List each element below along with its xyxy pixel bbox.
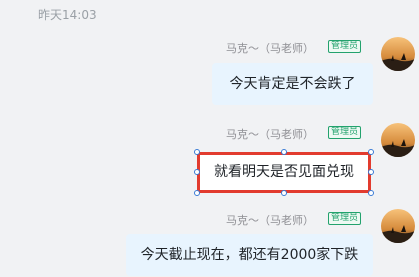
- selection-handle-middle-right[interactable]: [368, 169, 374, 175]
- selection-handle-middle-left[interactable]: [194, 169, 200, 175]
- message-1-sender: 马克～（马老师）: [226, 42, 314, 55]
- selection-handle-top-center[interactable]: [281, 149, 287, 155]
- avatar-icon: [381, 37, 415, 71]
- message-2-sender: 马克～（马老师）: [226, 128, 314, 141]
- message-3-sender: 马克～（马老师）: [226, 214, 314, 227]
- message-3-avatar[interactable]: [381, 209, 415, 243]
- selection-handle-top-right[interactable]: [368, 149, 374, 155]
- message-2-admin-badge: 管理员: [328, 126, 362, 139]
- selection-handle-bottom-left[interactable]: [194, 190, 200, 196]
- message-3-admin-badge: 管理员: [328, 212, 362, 225]
- message-2-avatar[interactable]: [381, 123, 415, 157]
- message-2-text: 就看明天是否见面兑现: [214, 164, 354, 180]
- avatar-icon: [381, 123, 415, 157]
- chat-timestamp: 昨天14:03: [38, 8, 97, 22]
- selection-handle-top-left[interactable]: [194, 149, 200, 155]
- selection-handle-bottom-center[interactable]: [281, 190, 287, 196]
- selection-handle-bottom-right[interactable]: [368, 190, 374, 196]
- message-1-bubble[interactable]: 今天肯定是不会跌了: [212, 63, 373, 105]
- message-3-bubble[interactable]: 今天截止现在，都还有2000家下跌: [126, 234, 373, 276]
- message-3-text: 今天截止现在，都还有2000家下跌: [140, 247, 359, 263]
- message-1-avatar[interactable]: [381, 37, 415, 71]
- message-1-admin-badge: 管理员: [328, 40, 362, 53]
- message-2-bubble-selected[interactable]: 就看明天是否见面兑现: [197, 152, 371, 193]
- message-1-text: 今天肯定是不会跌了: [229, 76, 356, 92]
- avatar-icon: [381, 209, 415, 243]
